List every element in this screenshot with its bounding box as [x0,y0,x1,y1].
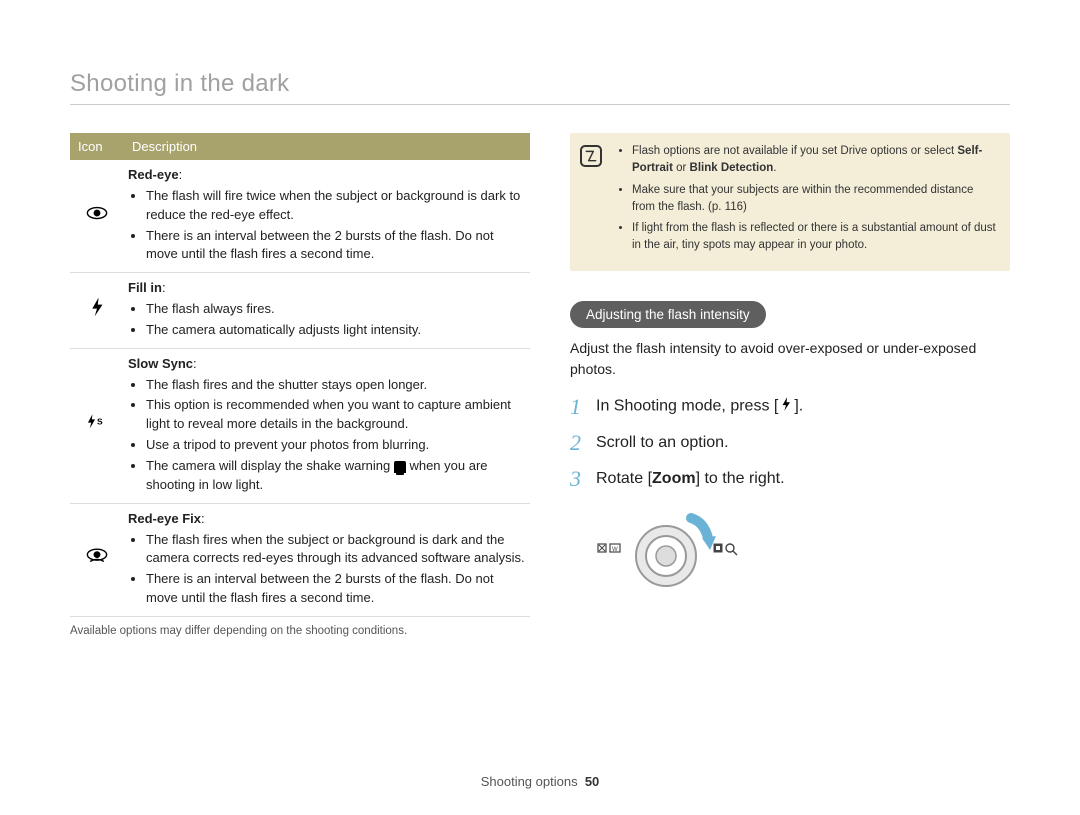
footer-page-number: 50 [585,774,599,789]
content-columns: Icon Description Red-eye:The flash will … [70,133,1010,637]
option-bullet: The flash will fire twice when the subje… [146,187,526,225]
option-bullet-list: The flash fires when the subject or back… [128,531,526,608]
zoom-dial-diagram: W [596,508,1010,603]
note-bullet: Flash options are not available if you s… [632,143,996,178]
option-bullet-list: The flash always fires. The camera automa… [128,300,526,340]
table-row: SSlow Sync:The flash fires and the shutt… [70,348,530,503]
slow-sync-icon: S [86,417,108,437]
option-bullet: The camera will display the shake warnin… [146,457,526,495]
option-bullet-list: The flash fires and the shutter stays op… [128,376,526,495]
red-eye-icon [86,208,108,228]
fill-in-icon [86,302,108,322]
shake-warning-icon [394,461,406,473]
step-text: Scroll to an option. [596,434,729,452]
title-divider [70,104,1010,105]
option-bullet: The camera automatically adjusts light i… [146,321,526,340]
section-intro: Adjust the flash intensity to avoid over… [570,338,1010,380]
page-title: Shooting in the dark [70,70,1010,98]
table-row: Fill in:The flash always fires.The camer… [70,273,530,349]
table-footnote: Available options may differ depending o… [70,625,530,637]
page-footer: Shooting options 50 [0,774,1080,789]
steps-list: 1In Shooting mode, press [].2Scroll to a… [570,394,1010,492]
option-bullet-list: The flash will fire twice when the subje… [128,187,526,264]
option-bullet: This option is recommended when you want… [146,396,526,434]
table-row: Red-eye Fix:The flash fires when the sub… [70,503,530,616]
flash-options-table: Icon Description Red-eye:The flash will … [70,133,530,617]
note-bullet: If light from the flash is reflected or … [632,220,996,255]
option-title: Slow Sync [128,356,193,371]
step-number: 3 [570,466,596,492]
option-bullet: Use a tripod to prevent your photos from… [146,436,526,455]
step-bold: Zoom [652,470,696,487]
th-icon: Icon [70,133,124,160]
flash-button-icon [778,396,794,417]
left-column: Icon Description Red-eye:The flash will … [70,133,530,637]
option-bullet: There is an interval between the 2 burst… [146,570,526,608]
svg-text:W: W [612,547,618,553]
note-bullet: Make sure that your subjects are within … [632,182,996,217]
step: 3Rotate [Zoom] to the right. [570,466,1010,492]
option-bullet: The flash always fires. [146,300,526,319]
right-column: Flash options are not available if you s… [570,133,1010,637]
option-bullet: The flash fires and the shutter stays op… [146,376,526,395]
step: 1In Shooting mode, press []. [570,394,1010,420]
option-title: Red-eye [128,167,179,182]
step-text: Rotate [Zoom] to the right. [596,470,785,488]
footer-label: Shooting options [481,774,578,789]
option-bullet: There is an interval between the 2 burst… [146,227,526,265]
section-heading-pill: Adjusting the flash intensity [570,301,766,328]
step-number: 1 [570,394,596,420]
note-box: Flash options are not available if you s… [570,133,1010,271]
note-bold: Self-Portrait [632,145,982,174]
th-description: Description [124,133,530,160]
option-title: Red-eye Fix [128,511,201,526]
note-bold: Blink Detection [690,162,774,174]
red-eye-fix-icon [86,551,108,571]
step-number: 2 [570,430,596,456]
step: 2Scroll to an option. [570,430,1010,456]
svg-text:S: S [97,417,103,427]
note-icon [580,145,602,167]
step-text: In Shooting mode, press []. [596,396,803,417]
option-bullet: The flash fires when the subject or back… [146,531,526,569]
table-row: Red-eye:The flash will fire twice when t… [70,160,530,273]
option-title: Fill in [128,280,162,295]
